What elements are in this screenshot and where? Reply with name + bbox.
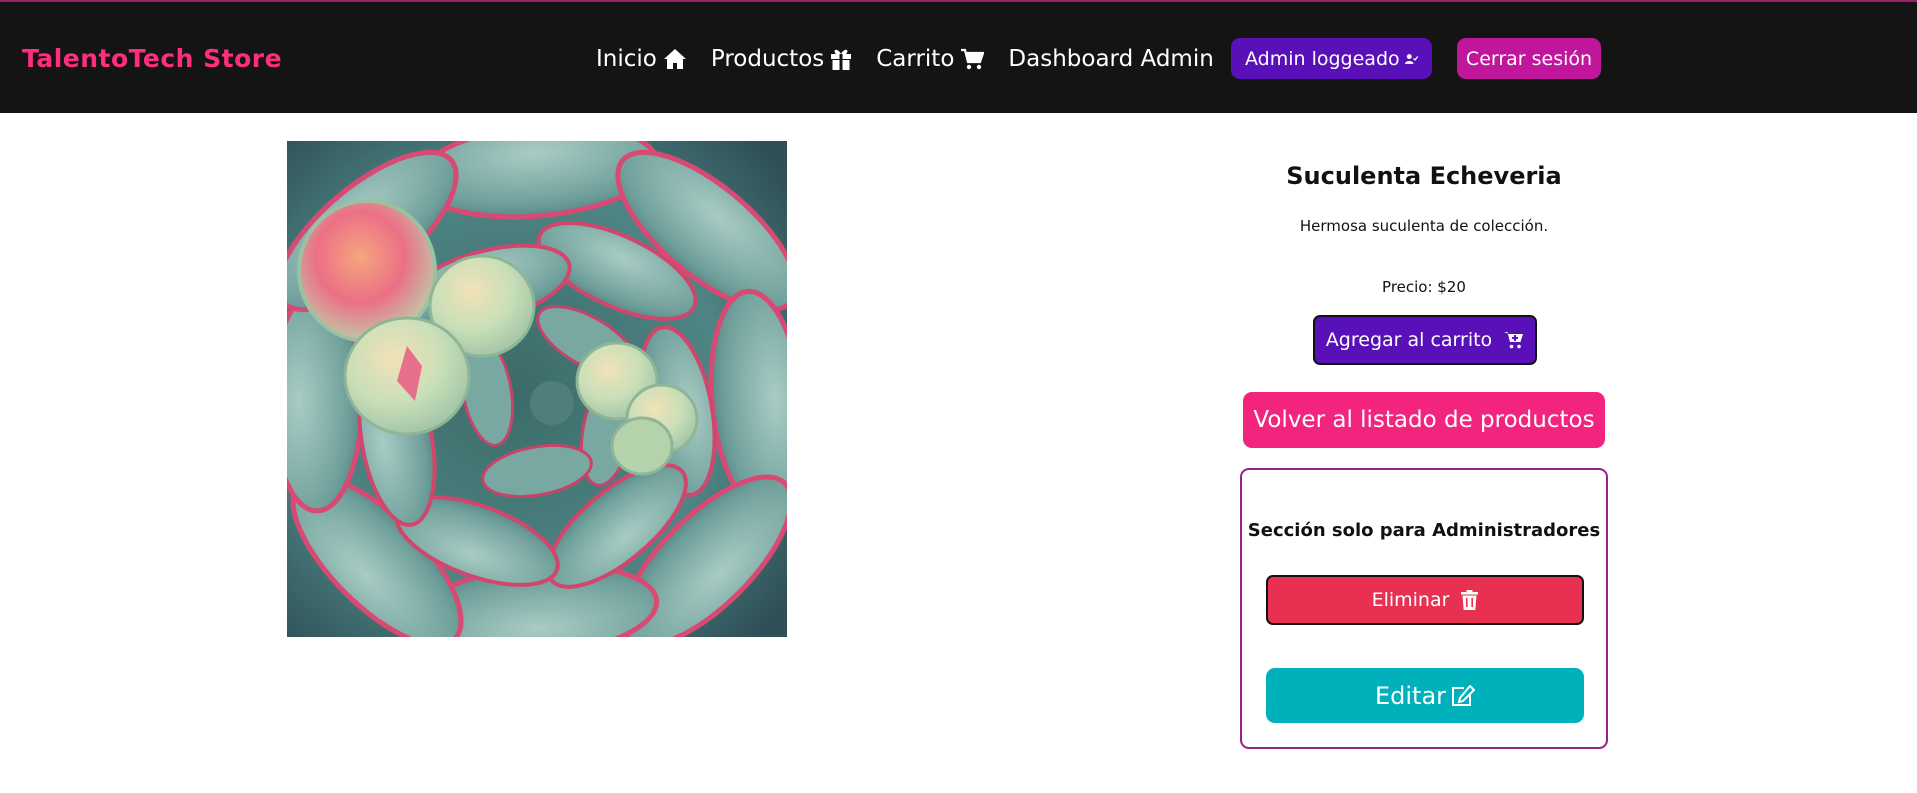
logout-button[interactable]: Cerrar sesión [1457, 38, 1601, 79]
product-image [287, 141, 787, 637]
admin-badge-label: Admin loggeado [1245, 47, 1400, 70]
edit-icon [1452, 684, 1476, 706]
product-description: Hermosa suculenta de colección. [1299, 217, 1549, 235]
cart-plus-icon [1504, 332, 1524, 349]
home-icon [663, 49, 686, 69]
nav-link-label: Inicio [596, 46, 657, 72]
nav-link-label: Carrito [876, 46, 955, 72]
nav-link-inicio[interactable]: Inicio [596, 46, 687, 72]
user-check-icon [1404, 53, 1418, 64]
nav-link-label: Dashboard Admin [1008, 46, 1214, 72]
admin-logged-badge[interactable]: Admin loggeado [1231, 38, 1432, 79]
nav-link-productos[interactable]: Productos [711, 46, 852, 72]
trash-icon [1461, 590, 1479, 610]
edit-label: Editar [1374, 681, 1447, 710]
gift-icon [831, 49, 852, 70]
delete-button[interactable]: Eliminar [1266, 575, 1584, 625]
add-to-cart-button[interactable]: Agregar al carrito [1313, 315, 1537, 365]
add-to-cart-label: Agregar al carrito [1325, 329, 1493, 351]
navbar: TalentoTech Store Inicio Productos Carri… [0, 0, 1917, 113]
nav-link-carrito[interactable]: Carrito [876, 46, 985, 72]
edit-button[interactable]: Editar [1266, 668, 1584, 723]
admin-section: Sección solo para Administradores Elimin… [1240, 468, 1608, 749]
nav-link-dashboard[interactable]: Dashboard Admin [1008, 46, 1213, 72]
nav-link-label: Productos [710, 46, 825, 72]
admin-section-title: Sección solo para Administradores [1247, 520, 1601, 541]
back-to-products-button[interactable]: Volver al listado de productos [1243, 392, 1605, 448]
product-price: Precio: $20 [1382, 278, 1466, 296]
delete-label: Eliminar [1371, 589, 1450, 611]
product-title: Suculenta Echeveria [1286, 162, 1562, 190]
cart-icon [961, 48, 985, 70]
brand-logo[interactable]: TalentoTech Store [22, 44, 282, 73]
nav-links: Inicio Productos Carrito Dashboard Admin [596, 42, 1238, 76]
